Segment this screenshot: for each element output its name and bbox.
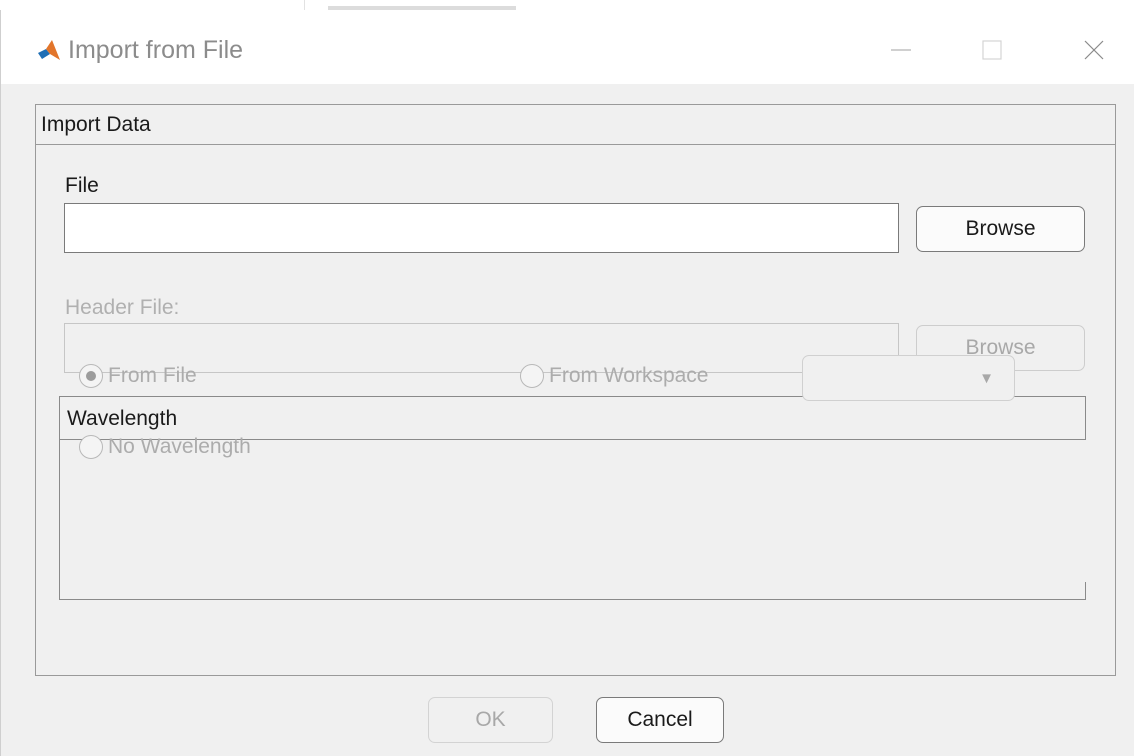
- background-divider: [304, 0, 305, 10]
- wavelength-title: Wavelength: [67, 407, 178, 430]
- window-title: Import from File: [68, 36, 244, 64]
- radio-unselected-icon: [520, 364, 544, 388]
- dropdown-arrow-icon: ▼: [979, 370, 994, 387]
- wavelength-header: Wavelength: [59, 396, 1086, 440]
- background-strip: [0, 0, 1134, 10]
- wavelength-panel-border-right: [1085, 582, 1086, 600]
- import-dialog: Import from File Import Data File Browse…: [0, 10, 1134, 756]
- radio-from-workspace-label: From Workspace: [549, 364, 709, 387]
- file-path-input[interactable]: [64, 203, 899, 253]
- panel-header: Import Data: [36, 105, 1115, 145]
- radio-from-file-label: From File: [108, 364, 197, 387]
- wavelength-panel-border-bottom: [59, 599, 1086, 600]
- panel-title: Import Data: [41, 113, 151, 136]
- radio-unselected-icon: [79, 435, 103, 459]
- maximize-icon: [982, 40, 1002, 60]
- matlab-icon: [38, 40, 60, 60]
- wavelength-panel-border-left: [59, 439, 60, 600]
- wavelength-panel: Wavelength: [59, 396, 1086, 600]
- browse-file-button[interactable]: Browse: [916, 206, 1085, 252]
- radio-selected-icon: [79, 364, 103, 388]
- minimize-icon: [891, 49, 911, 51]
- ok-button[interactable]: OK: [428, 697, 553, 743]
- radio-no-wavelength-label: No Wavelength: [108, 435, 251, 458]
- maximize-button[interactable]: [972, 30, 1012, 70]
- radio-from-workspace[interactable]: From Workspace: [520, 364, 708, 388]
- close-button[interactable]: [1074, 30, 1114, 70]
- workspace-variable-select[interactable]: ▼: [802, 355, 1015, 401]
- file-label: File: [65, 174, 99, 197]
- cancel-button[interactable]: Cancel: [596, 697, 724, 743]
- header-file-label: Header File:: [65, 296, 180, 319]
- minimize-button[interactable]: [881, 30, 921, 70]
- radio-no-wavelength[interactable]: No Wavelength: [79, 435, 251, 459]
- title-bar[interactable]: Import from File: [1, 10, 1134, 84]
- radio-from-file[interactable]: From File: [79, 364, 197, 388]
- close-icon: [1084, 40, 1104, 60]
